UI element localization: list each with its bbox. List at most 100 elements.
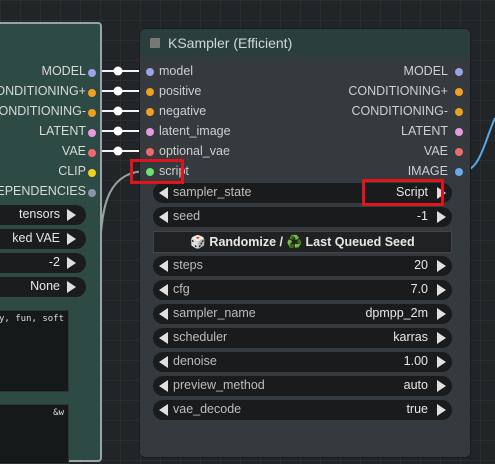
sampler-name-widget[interactable]: sampler_name dpmpp_2m: [153, 304, 452, 324]
output-label-conditioning-neg: CONDITIONING-: [351, 104, 448, 118]
input-port-positive[interactable]: [146, 88, 154, 96]
output-port-clip[interactable]: [88, 169, 96, 177]
output-port-conditioning-pos[interactable]: [455, 88, 463, 96]
output-label-conditioning-pos: CONDITIONING+: [348, 84, 448, 98]
input-port-optional-vae[interactable]: [146, 148, 154, 156]
ckpt-name-value: tensors: [19, 207, 60, 221]
output-label-model: MODEL: [403, 64, 448, 78]
negative-prompt-textarea[interactable]: &w: [0, 404, 69, 464]
output-label-vae: VAE: [61, 144, 86, 158]
input-label-latent-image: latent_image: [159, 124, 231, 138]
arrow-right-icon[interactable]: [437, 284, 446, 296]
arrow-right-icon[interactable]: [437, 211, 446, 223]
steps-widget[interactable]: steps 20: [153, 256, 452, 276]
widget-value: 7.0: [410, 282, 428, 296]
output-label-latent: LATENT: [401, 124, 448, 138]
ckpt-name-widget[interactable]: tensors: [0, 205, 86, 225]
arrow-right-icon[interactable]: [67, 233, 76, 245]
scheduler-widget[interactable]: scheduler karras: [153, 328, 452, 348]
widget-label: preview_method: [173, 378, 265, 392]
output-port-vae[interactable]: [88, 149, 96, 157]
node-header[interactable]: KSampler (Efficient): [140, 29, 470, 57]
input-label-optional-vae: optional_vae: [159, 144, 230, 158]
arrow-left-icon[interactable]: [159, 284, 168, 296]
arrow-right-icon[interactable]: [67, 257, 76, 269]
arrow-left-icon[interactable]: [159, 308, 168, 320]
collapse-toggle-icon[interactable]: [150, 38, 160, 48]
input-port-negative[interactable]: [146, 108, 154, 116]
arrow-right-icon[interactable]: [67, 281, 76, 293]
output-port-latent[interactable]: [455, 128, 463, 136]
negative-prompt-text: &w: [53, 408, 64, 418]
left-loader-node[interactable]: MODEL CONDITIONING+ CONDITIONING- LATENT…: [0, 22, 102, 464]
lora-name-widget[interactable]: None: [0, 277, 86, 297]
arrow-right-icon[interactable]: [437, 356, 446, 368]
arrow-left-icon[interactable]: [159, 356, 168, 368]
output-label-latent: LATENT: [39, 124, 86, 138]
input-label-model: model: [159, 64, 194, 78]
output-label-dependencies: DEPENDENCIES: [0, 184, 86, 198]
arrow-left-icon[interactable]: [159, 332, 168, 344]
vae-name-value: ked VAE: [12, 231, 60, 245]
arrow-right-icon[interactable]: [437, 380, 446, 392]
positive-prompt-text: y, fun, soft: [0, 314, 64, 324]
arrow-left-icon[interactable]: [159, 404, 168, 416]
ksampler-efficient-node[interactable]: KSampler (Efficient) model positive nega…: [139, 28, 471, 458]
output-port-image[interactable]: [455, 168, 463, 176]
widget-value: 20: [414, 258, 428, 272]
highlight-sampler-state-value: [362, 179, 444, 206]
output-label-vae: VAE: [423, 144, 448, 158]
output-label-conditioning-neg: CONDITIONING-: [0, 104, 86, 118]
widget-value: dpmpp_2m: [365, 306, 428, 320]
widget-label: seed: [173, 209, 201, 223]
output-label-model: MODEL: [41, 64, 86, 78]
arrow-right-icon[interactable]: [437, 404, 446, 416]
output-port-dependencies[interactable]: [88, 189, 96, 197]
input-label-negative: negative: [159, 104, 207, 118]
preview-method-widget[interactable]: preview_method auto: [153, 376, 452, 396]
arrow-right-icon[interactable]: [437, 260, 446, 272]
seed-widget[interactable]: seed -1: [153, 207, 452, 227]
arrow-left-icon[interactable]: [159, 211, 168, 223]
clip-skip-widget[interactable]: -2: [0, 253, 86, 273]
widget-label: scheduler: [173, 330, 228, 344]
arrow-left-icon[interactable]: [159, 260, 168, 272]
widget-value: true: [406, 402, 428, 416]
input-port-latent-image[interactable]: [146, 128, 154, 136]
vae-decode-widget[interactable]: vae_decode true: [153, 400, 452, 420]
output-port-conditioning-neg[interactable]: [455, 108, 463, 116]
lora-name-value: None: [30, 279, 60, 293]
vae-name-widget[interactable]: ked VAE: [0, 229, 86, 249]
clip-skip-value: -2: [48, 255, 60, 269]
widget-value: 1.00: [403, 354, 428, 368]
arrow-right-icon[interactable]: [437, 308, 446, 320]
output-port-latent[interactable]: [88, 129, 96, 137]
widget-label: steps: [173, 258, 203, 272]
input-label-positive: positive: [159, 84, 202, 98]
output-port-model[interactable]: [455, 68, 463, 76]
positive-prompt-textarea[interactable]: y, fun, soft: [0, 310, 69, 392]
widget-label: denoise: [173, 354, 217, 368]
output-port-model[interactable]: [88, 69, 96, 77]
widget-label: cfg: [173, 282, 190, 296]
input-port-model[interactable]: [146, 68, 154, 76]
widget-label: sampler_name: [173, 306, 256, 320]
widget-value: -1: [416, 209, 428, 223]
highlight-script-input: [130, 159, 184, 184]
output-label-conditioning-pos: CONDITIONING+: [0, 84, 86, 98]
output-port-vae[interactable]: [455, 148, 463, 156]
arrow-left-icon[interactable]: [159, 187, 168, 199]
widget-label: sampler_state: [173, 185, 252, 199]
cfg-widget[interactable]: cfg 7.0: [153, 280, 452, 300]
widget-value: auto: [403, 378, 428, 392]
output-label-clip: CLIP: [58, 164, 86, 178]
arrow-left-icon[interactable]: [159, 380, 168, 392]
widget-label: vae_decode: [173, 402, 242, 416]
denoise-widget[interactable]: denoise 1.00: [153, 352, 452, 372]
output-port-conditioning-pos[interactable]: [88, 89, 96, 97]
randomize-seed-button[interactable]: 🎲 Randomize / ♻️ Last Queued Seed: [153, 231, 452, 253]
arrow-right-icon[interactable]: [437, 332, 446, 344]
widget-value: karras: [393, 330, 428, 344]
arrow-right-icon[interactable]: [67, 209, 76, 221]
output-port-conditioning-neg[interactable]: [88, 109, 96, 117]
